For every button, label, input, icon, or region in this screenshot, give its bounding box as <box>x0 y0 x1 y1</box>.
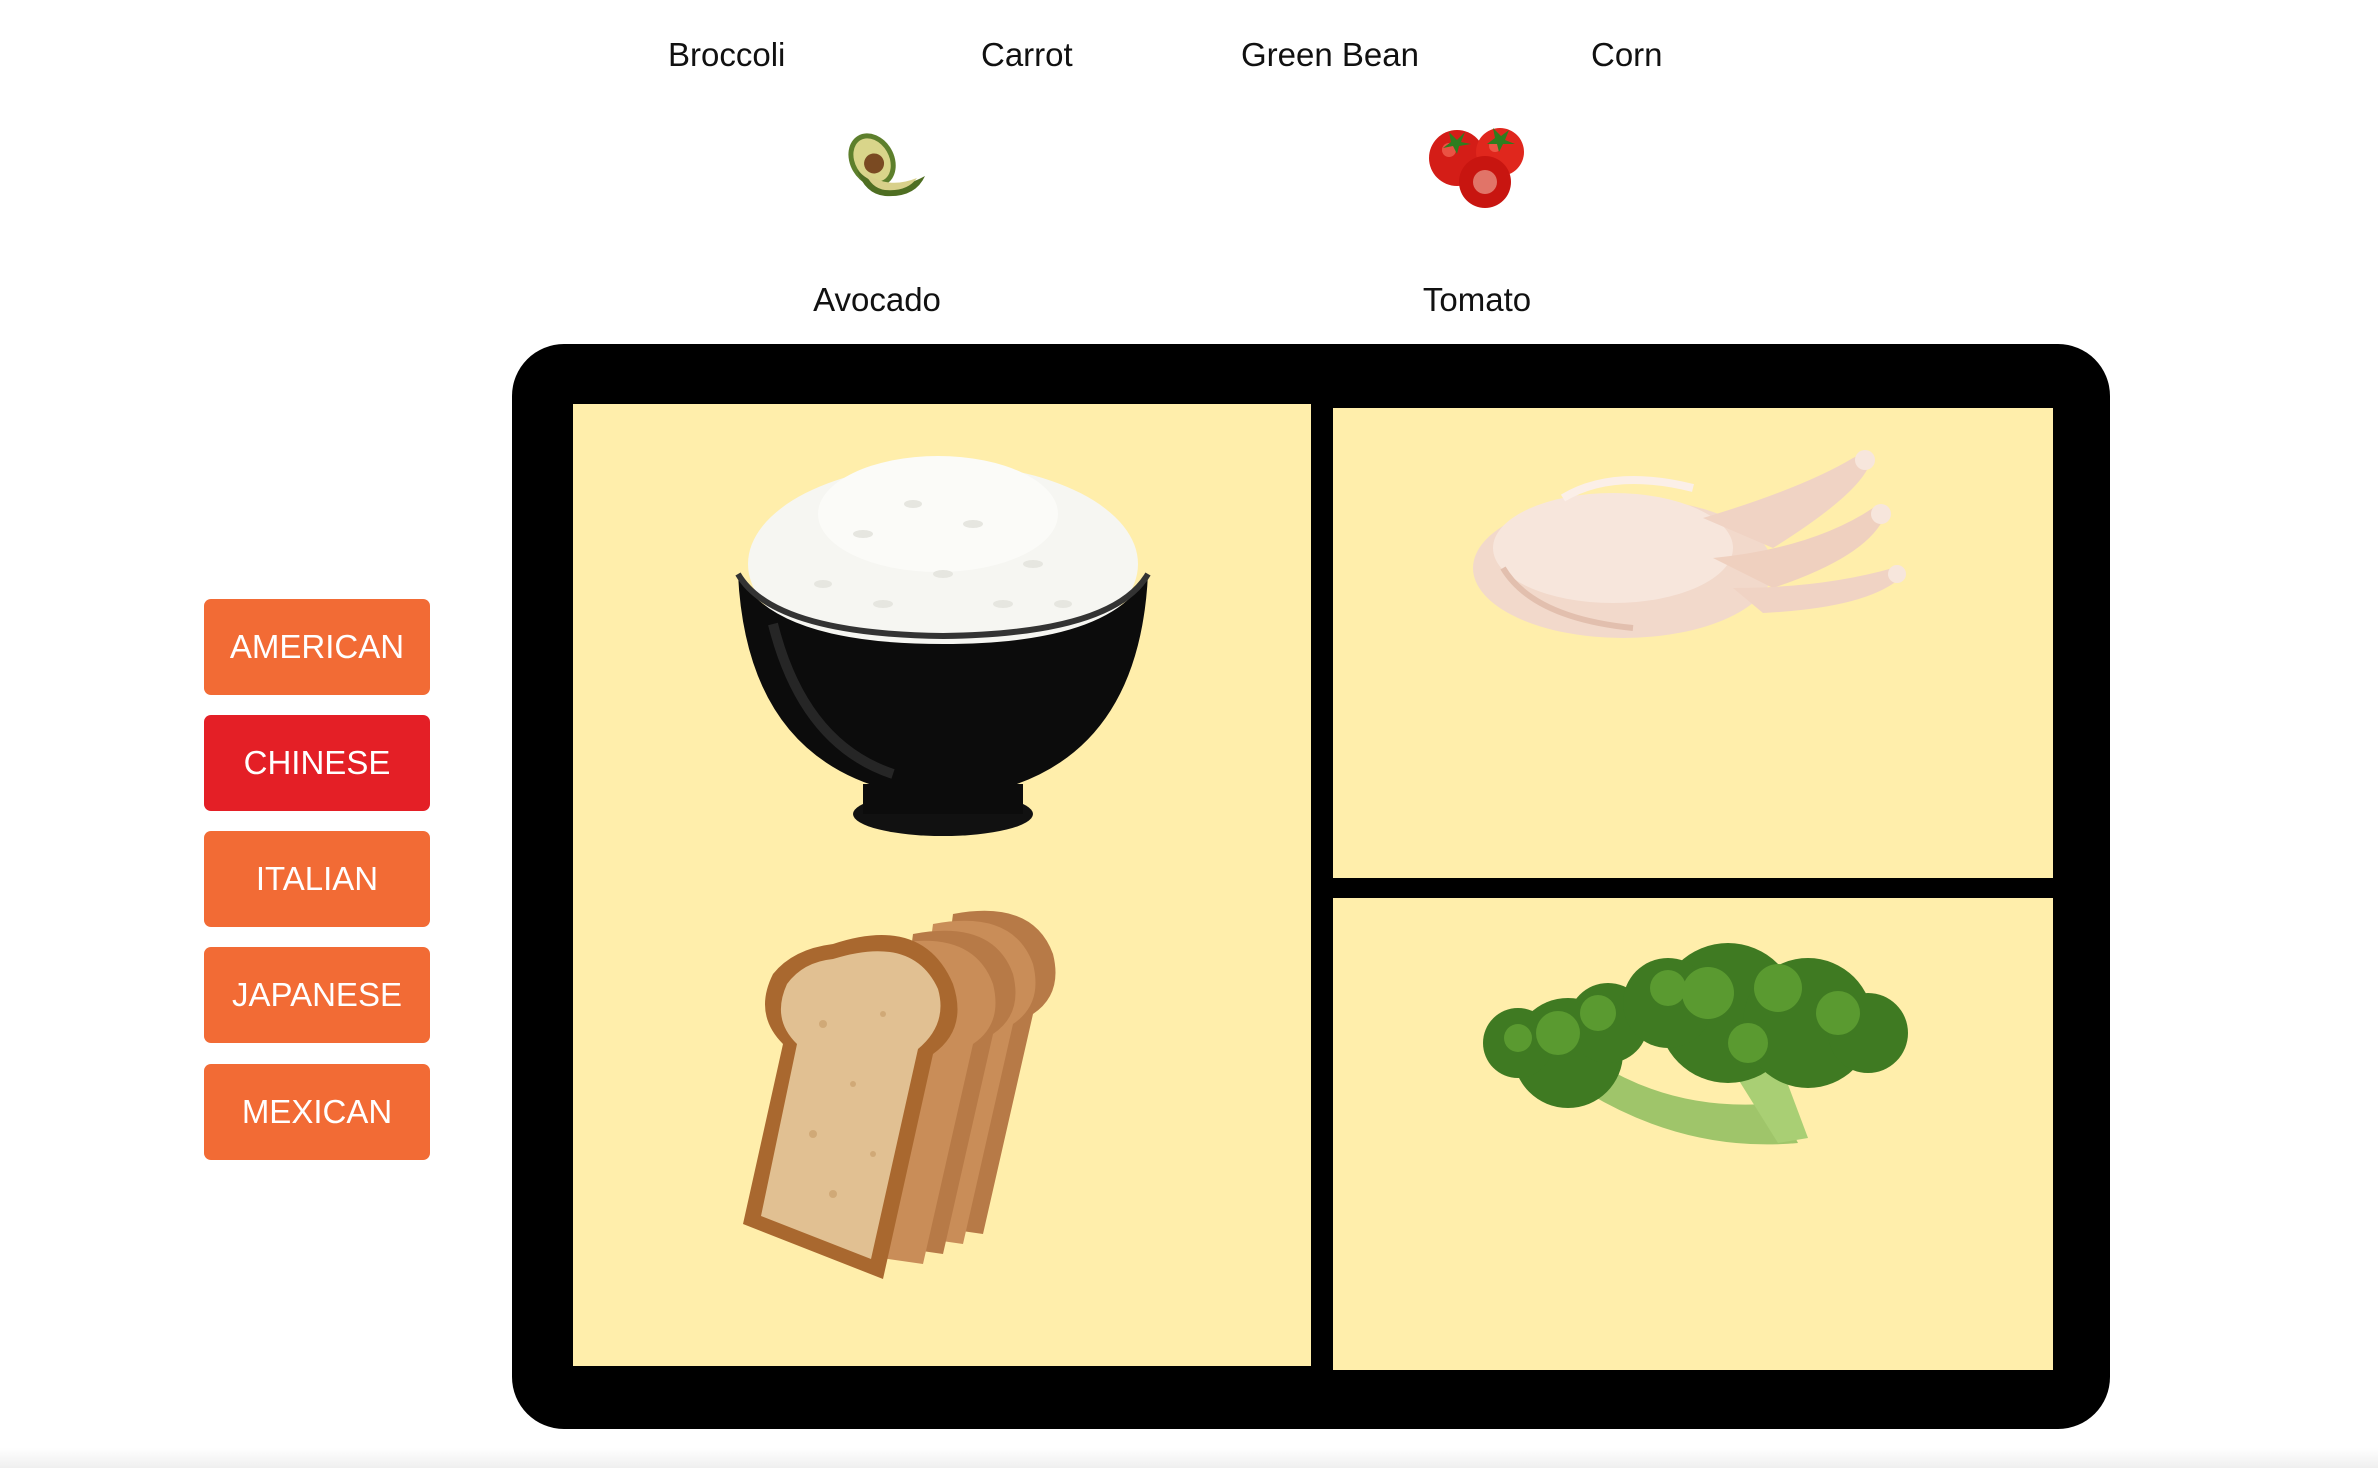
vegetable-option-green-bean[interactable]: Green Bean <box>1241 36 1419 74</box>
cuisine-button-italian[interactable]: ITALIAN <box>204 831 430 927</box>
vegetable-option-corn[interactable]: Corn <box>1591 36 1663 74</box>
tray-compartment-grains[interactable] <box>573 404 1311 1366</box>
vegetable-option-carrot[interactable]: Carrot <box>981 36 1073 74</box>
cuisine-button-chinese[interactable]: CHINESE <box>204 715 430 811</box>
broccoli-image[interactable] <box>1478 943 1918 1173</box>
food-tray-builder: Broccoli Carrot Green Bean Corn Avocado <box>0 0 2378 1468</box>
cuisine-button-mexican[interactable]: MEXICAN <box>204 1064 430 1160</box>
bread-slices-image[interactable] <box>733 904 1153 1304</box>
window-bottom-edge <box>0 1448 2378 1468</box>
cuisine-button-japanese[interactable]: JAPANESE <box>204 947 430 1043</box>
vegetable-option-avocado[interactable]: Avocado <box>757 108 997 319</box>
tomato-icon <box>1357 108 1597 233</box>
vegetable-label-tomato: Tomato <box>1422 281 1532 318</box>
cuisine-button-american[interactable]: AMERICAN <box>204 599 430 695</box>
avocado-icon <box>757 108 997 233</box>
raw-chicken-image[interactable] <box>1473 428 1913 648</box>
tray-compartment-vegetable[interactable] <box>1333 898 2053 1370</box>
tray-compartment-protein[interactable] <box>1333 408 2053 878</box>
vegetable-option-broccoli[interactable]: Broccoli <box>668 36 785 74</box>
rice-bowl-image[interactable] <box>733 454 1153 844</box>
vegetable-option-tomato[interactable]: Tomato <box>1357 108 1597 319</box>
lunch-tray <box>512 344 2110 1429</box>
vegetable-label-avocado: Avocado <box>813 281 941 318</box>
